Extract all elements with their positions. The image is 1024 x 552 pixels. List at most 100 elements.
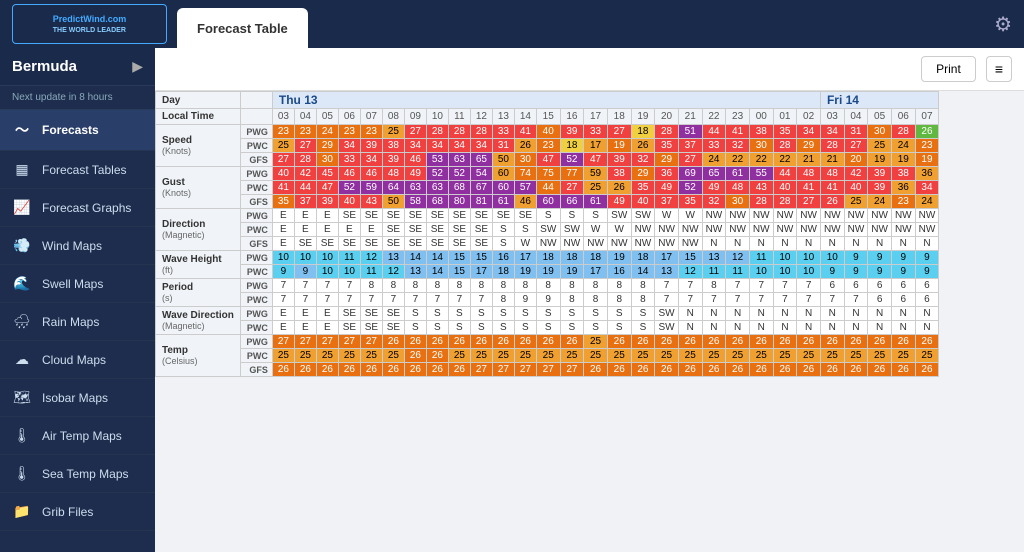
- cell: 77: [560, 167, 584, 181]
- cell: NW: [915, 223, 939, 237]
- cell: 26: [820, 195, 844, 209]
- cell: 37: [294, 195, 316, 209]
- cell: 13: [382, 251, 404, 265]
- cell: 25: [272, 349, 294, 363]
- cell: 6: [891, 293, 915, 307]
- cell: 37: [678, 139, 702, 153]
- cell: SE: [470, 209, 492, 223]
- cell: 7: [749, 279, 773, 293]
- cell: 25: [272, 139, 294, 153]
- cell: N: [891, 307, 915, 321]
- sidebar-item-label: Sea Temp Maps: [42, 467, 129, 481]
- cell: 9: [891, 265, 915, 279]
- cell: NW: [655, 223, 679, 237]
- tab-forecast-table[interactable]: Forecast Table: [177, 8, 308, 48]
- cell: 67: [470, 181, 492, 195]
- location-bar: Bermuda ▶: [0, 48, 155, 86]
- sidebar-item-rain-maps[interactable]: 🌧 Rain Maps: [0, 303, 155, 341]
- cell: S: [404, 321, 426, 335]
- temp-gfs-model: GFS: [240, 363, 272, 377]
- cell: E: [272, 209, 294, 223]
- cell: 8: [426, 279, 448, 293]
- cell: E: [316, 223, 338, 237]
- cell: S: [584, 307, 608, 321]
- cell: 26: [404, 349, 426, 363]
- sidebar-item-wind-maps[interactable]: 💨 Wind Maps: [0, 227, 155, 265]
- cell: 8: [584, 293, 608, 307]
- cell: 28: [773, 139, 797, 153]
- cell: 35: [678, 195, 702, 209]
- cell: 7: [702, 293, 726, 307]
- cell: 80: [448, 195, 470, 209]
- sidebar-item-grib-files[interactable]: 📁 Grib Files: [0, 493, 155, 531]
- sidebar-item-isobar-maps[interactable]: 🗺 Isobar Maps: [0, 379, 155, 417]
- cell: 7: [655, 279, 679, 293]
- cell: 12: [726, 251, 750, 265]
- cell: 32: [726, 139, 750, 153]
- cell: 26: [607, 363, 631, 377]
- cell: 61: [584, 195, 608, 209]
- cell: 48: [382, 167, 404, 181]
- cell: 28: [749, 195, 773, 209]
- cell: 13: [404, 265, 426, 279]
- cell: 24: [891, 139, 915, 153]
- wave-pwg-model: PWG: [240, 251, 272, 265]
- cell: NW: [891, 223, 915, 237]
- cell: 28: [773, 195, 797, 209]
- cell: 30: [316, 153, 338, 167]
- cell: 18: [536, 251, 560, 265]
- time-10: 10: [426, 109, 448, 125]
- menu-button[interactable]: ≡: [986, 56, 1012, 82]
- cell: 7: [470, 293, 492, 307]
- cell: 26: [844, 335, 868, 349]
- cell: 12: [678, 265, 702, 279]
- sidebar-item-air-temp[interactable]: 🌡 Air Temp Maps: [0, 417, 155, 455]
- sidebar-item-cloud-maps[interactable]: ☁ Cloud Maps: [0, 341, 155, 379]
- cell: S: [607, 321, 631, 335]
- cell: 26: [773, 363, 797, 377]
- cell: 31: [492, 139, 514, 153]
- cell: 36: [655, 167, 679, 181]
- fri-time-02: 02: [797, 109, 821, 125]
- cell: 27: [470, 363, 492, 377]
- cell: 8: [631, 293, 655, 307]
- gear-icon[interactable]: ⚙: [994, 12, 1012, 37]
- time-11: 11: [448, 109, 470, 125]
- content-header: Print ≡: [155, 48, 1024, 91]
- cell: 9: [891, 251, 915, 265]
- cell: N: [891, 321, 915, 335]
- sidebar-item-forecast-tables[interactable]: ▦ Forecast Tables: [0, 151, 155, 189]
- sidebar-item-swell-maps[interactable]: 🌊 Swell Maps: [0, 265, 155, 303]
- fri-time-05: 05: [868, 109, 892, 125]
- cell: N: [678, 321, 702, 335]
- cell: 47: [316, 181, 338, 195]
- cell: 23: [338, 125, 360, 139]
- cell: 26: [655, 363, 679, 377]
- cell: N: [820, 321, 844, 335]
- cell: 38: [749, 125, 773, 139]
- cell: 28: [448, 125, 470, 139]
- sidebar-item-forecasts[interactable]: 〜 Forecasts: [0, 110, 155, 151]
- forecast-table-container[interactable]: Day Thu 13 Fri 14 Local Time 03 04 05 06…: [155, 91, 1024, 552]
- cell: 47: [584, 153, 608, 167]
- cell: NW: [655, 237, 679, 251]
- cell: 49: [404, 167, 426, 181]
- cell: 19: [536, 265, 560, 279]
- print-button[interactable]: Print: [921, 56, 976, 82]
- sidebar-item-label: Air Temp Maps: [42, 429, 122, 443]
- location-arrow-icon[interactable]: ▶: [132, 58, 143, 75]
- cell: 27: [492, 363, 514, 377]
- cell: 12: [360, 251, 382, 265]
- cell: 11: [702, 265, 726, 279]
- cell: SE: [426, 209, 448, 223]
- cell: 7: [773, 293, 797, 307]
- cell: 8: [702, 279, 726, 293]
- cell: 8: [584, 279, 608, 293]
- cell: 64: [382, 181, 404, 195]
- sidebar-item-sea-temp[interactable]: 🌡 Sea Temp Maps: [0, 455, 155, 493]
- cell: 7: [749, 293, 773, 307]
- cell: 25: [382, 125, 404, 139]
- sidebar-item-forecast-graphs[interactable]: 📈 Forecast Graphs: [0, 189, 155, 227]
- cell: 40: [631, 195, 655, 209]
- cell: 25: [702, 349, 726, 363]
